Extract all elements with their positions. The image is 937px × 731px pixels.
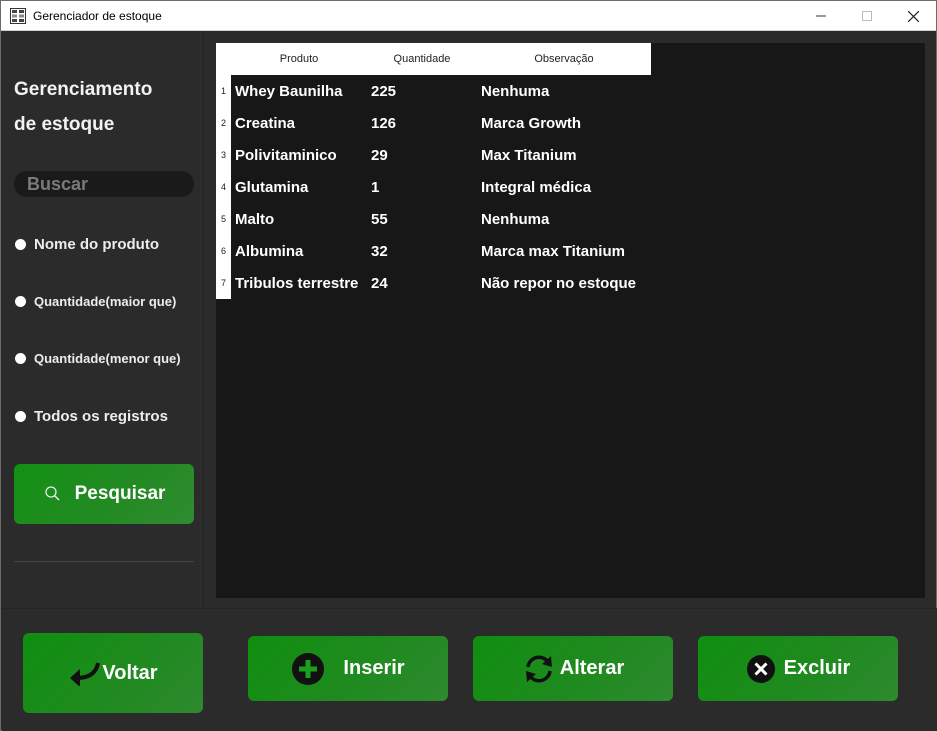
grid-app-icon xyxy=(10,8,26,24)
cell-observacao[interactable]: Integral médica xyxy=(481,171,681,203)
row-number[interactable]: 7 xyxy=(216,267,231,299)
minimize-button[interactable] xyxy=(798,1,844,31)
radio-dot-icon xyxy=(15,296,26,307)
cell-quantidade[interactable]: 1 xyxy=(371,171,477,203)
filter-label-nome: Nome do produto xyxy=(34,236,159,253)
delete-button[interactable]: Excluir xyxy=(698,636,898,701)
back-arrow-icon xyxy=(68,660,101,686)
cell-quantidade[interactable]: 24 xyxy=(371,267,477,299)
sidebar-divider xyxy=(14,561,194,562)
filter-label-maior: Quantidade(maior que) xyxy=(34,294,177,309)
page-title-line2: de estoque xyxy=(14,114,115,135)
radio-dot-icon xyxy=(15,239,26,250)
table-corner xyxy=(216,43,231,75)
search-button[interactable]: Pesquisar xyxy=(14,464,194,524)
refresh-icon xyxy=(522,652,556,686)
cell-quantidade[interactable]: 32 xyxy=(371,235,477,267)
insert-button-label: Inserir xyxy=(343,657,405,679)
filter-radio-maior[interactable]: Quantidade(maior que) xyxy=(15,294,176,309)
column-header-produto[interactable]: Produto xyxy=(231,43,367,75)
cell-observacao[interactable]: Nenhuma xyxy=(481,203,681,235)
update-button-label: Alterar xyxy=(559,657,625,679)
cell-produto[interactable]: Whey Baunilha xyxy=(235,75,367,107)
cell-observacao[interactable]: Marca max Titanium xyxy=(481,235,681,267)
delete-button-label: Excluir xyxy=(783,657,851,679)
filter-radio-menor[interactable]: Quantidade(menor que) xyxy=(15,351,181,366)
cell-produto[interactable]: Polivitaminico xyxy=(235,139,367,171)
minimize-icon xyxy=(816,15,826,17)
cell-observacao[interactable]: Não repor no estoque xyxy=(481,267,681,299)
insert-button[interactable]: Inserir xyxy=(248,636,448,701)
cell-produto[interactable]: Tribulos terrestre xyxy=(235,267,367,299)
search-button-label: Pesquisar xyxy=(74,483,166,504)
cell-quantidade[interactable]: 225 xyxy=(371,75,477,107)
row-number[interactable]: 4 xyxy=(216,171,231,203)
cell-observacao[interactable]: Max Titanium xyxy=(481,139,681,171)
cell-quantidade[interactable]: 55 xyxy=(371,203,477,235)
maximize-icon xyxy=(862,11,872,21)
plus-circle-icon xyxy=(291,652,325,686)
update-button[interactable]: Alterar xyxy=(473,636,673,701)
cell-observacao[interactable]: Nenhuma xyxy=(481,75,681,107)
cell-produto[interactable]: Malto xyxy=(235,203,367,235)
stock-table[interactable]: Produto Quantidade Observação 1 Whey Baun… xyxy=(216,43,925,598)
app-window: Gerenciador de estoque Gerenciamento de … xyxy=(0,0,937,731)
close-icon xyxy=(907,10,919,22)
back-button[interactable]: Voltar xyxy=(23,633,203,713)
cell-quantidade[interactable]: 126 xyxy=(371,107,477,139)
sidebar: Gerenciamento de estoque Nome do produto… xyxy=(2,32,204,608)
page-title: Gerenciamento de estoque xyxy=(14,72,194,142)
row-number[interactable]: 3 xyxy=(216,139,231,171)
row-number[interactable]: 5 xyxy=(216,203,231,235)
cell-produto[interactable]: Albumina xyxy=(235,235,367,267)
maximize-button[interactable] xyxy=(844,1,890,31)
title-bar: Gerenciador de estoque xyxy=(1,1,936,31)
radio-dot-icon xyxy=(15,353,26,364)
filter-radio-todos[interactable]: Todos os registros xyxy=(15,408,168,425)
magnifier-icon xyxy=(44,486,60,501)
column-header-observacao[interactable]: Observação xyxy=(477,43,651,75)
search-input[interactable] xyxy=(14,171,194,197)
close-button[interactable] xyxy=(890,1,936,31)
cell-quantidade[interactable]: 29 xyxy=(371,139,477,171)
action-bar: Voltar Inserir Alterar Excluir xyxy=(2,608,937,731)
back-button-label: Voltar xyxy=(102,661,158,684)
page-title-line1: Gerenciamento xyxy=(14,79,153,100)
cell-produto[interactable]: Glutamina xyxy=(235,171,367,203)
filter-radio-nome[interactable]: Nome do produto xyxy=(15,236,159,253)
row-number[interactable]: 1 xyxy=(216,75,231,107)
cell-observacao[interactable]: Marca Growth xyxy=(481,107,681,139)
filter-label-todos: Todos os registros xyxy=(34,408,168,425)
row-number[interactable]: 6 xyxy=(216,235,231,267)
filter-label-menor: Quantidade(menor que) xyxy=(34,351,181,366)
row-number[interactable]: 2 xyxy=(216,107,231,139)
window-title: Gerenciador de estoque xyxy=(33,9,162,23)
radio-dot-icon xyxy=(15,411,26,422)
cell-produto[interactable]: Creatina xyxy=(235,107,367,139)
x-circle-icon xyxy=(746,654,776,684)
column-header-quantidade[interactable]: Quantidade xyxy=(367,43,477,75)
